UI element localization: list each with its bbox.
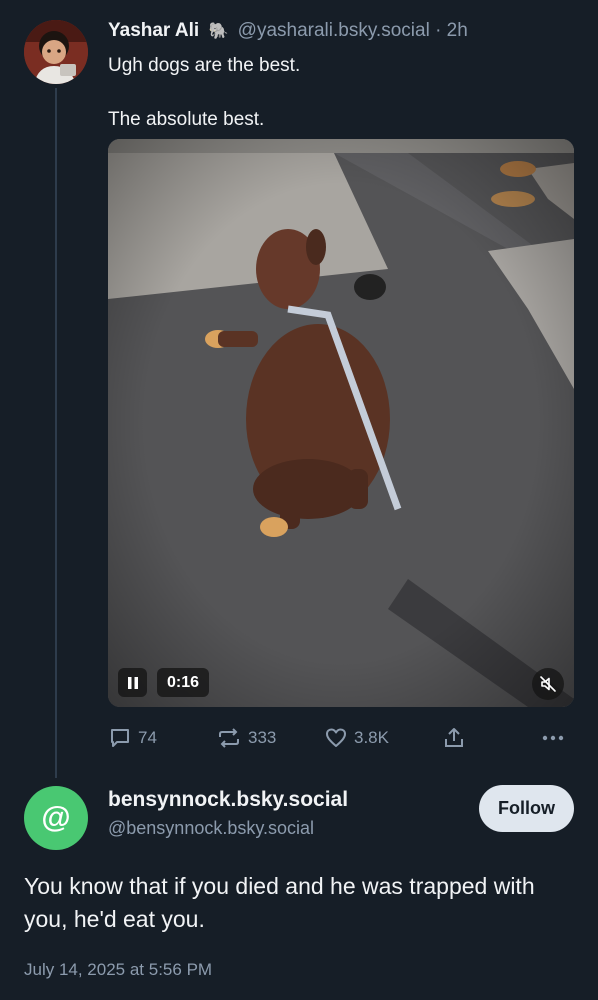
post-text-line: The absolute best. bbox=[108, 109, 265, 130]
author-name[interactable]: Yashar Ali bbox=[108, 20, 199, 41]
author-handle[interactable]: @yasharali.bsky.social bbox=[238, 20, 430, 41]
post-text: Ugh dogs are the best. The absolute best… bbox=[108, 52, 300, 133]
share-icon bbox=[445, 728, 463, 747]
mute-button[interactable] bbox=[532, 668, 564, 700]
like-count: 3.8K bbox=[354, 728, 389, 747]
reply-bubble-icon bbox=[111, 729, 129, 747]
post-header: Yashar Ali 🐘 @yasharali.bsky.social · 2h bbox=[108, 20, 468, 42]
pause-icon bbox=[127, 676, 138, 689]
video-time: 0:16 bbox=[157, 668, 210, 697]
video-player[interactable]: 0:16 bbox=[108, 139, 574, 707]
thread-connector-line bbox=[55, 88, 57, 778]
post-actions: 74 333 3.8K bbox=[108, 726, 574, 754]
at-sign-icon: @ bbox=[41, 801, 71, 834]
share-button[interactable] bbox=[442, 726, 466, 750]
reply-display-name[interactable]: bensynnock.bsky.social bbox=[108, 788, 348, 812]
video-frame bbox=[108, 139, 574, 707]
elephant-icon: 🐘 bbox=[208, 23, 229, 40]
reply-handle[interactable]: @bensynnock.bsky.social bbox=[108, 818, 314, 839]
post-text-line: Ugh dogs are the best. bbox=[108, 55, 301, 76]
reply-date[interactable]: July 14, 2025 at 5:56 PM bbox=[24, 960, 212, 980]
follow-button[interactable]: Follow bbox=[479, 785, 574, 832]
reply-avatar[interactable]: @ bbox=[24, 786, 88, 850]
more-dots-icon bbox=[542, 735, 564, 741]
pause-button[interactable] bbox=[118, 668, 147, 697]
more-options-button[interactable] bbox=[540, 726, 566, 750]
like-button[interactable]: 3.8K bbox=[324, 726, 389, 750]
reply-button[interactable]: 74 bbox=[108, 726, 157, 750]
repost-count: 333 bbox=[248, 728, 277, 747]
post-time[interactable]: · 2h bbox=[435, 20, 468, 41]
repost-icon bbox=[219, 728, 239, 748]
speaker-muted-icon bbox=[540, 676, 556, 692]
reply-count: 74 bbox=[138, 728, 157, 747]
heart-icon bbox=[326, 728, 346, 747]
author-avatar[interactable] bbox=[24, 20, 88, 84]
repost-button[interactable]: 333 bbox=[216, 726, 276, 750]
reply-text: You know that if you died and he was tra… bbox=[24, 873, 535, 932]
